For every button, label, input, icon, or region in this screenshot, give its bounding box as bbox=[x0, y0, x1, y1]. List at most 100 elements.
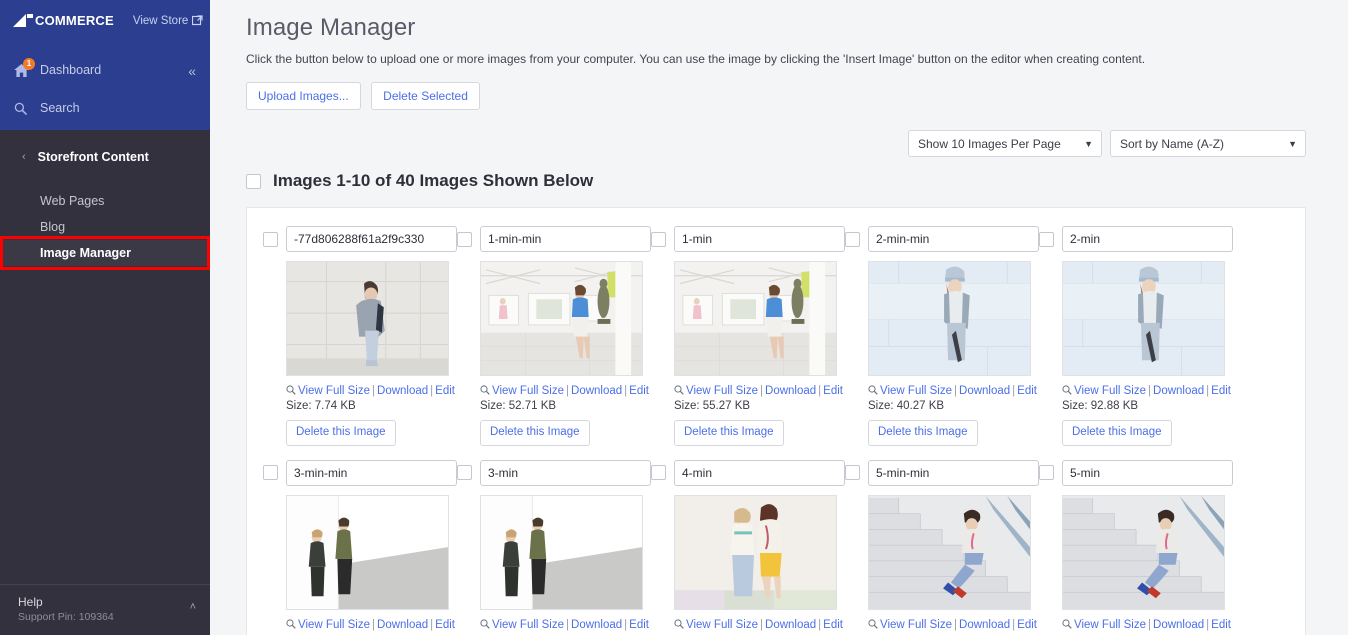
select-all-checkbox[interactable] bbox=[246, 173, 261, 189]
delete-this-image-button[interactable]: Delete this Image bbox=[674, 420, 784, 446]
image-name-input[interactable] bbox=[286, 226, 457, 252]
delete-this-image-button[interactable]: Delete this Image bbox=[480, 420, 590, 446]
chevron-down-icon: ▼ bbox=[1084, 138, 1093, 149]
image-card-header bbox=[263, 459, 457, 486]
edit-link[interactable]: Edit bbox=[823, 385, 843, 397]
image-name-input[interactable] bbox=[868, 459, 1039, 486]
view-full-size-link[interactable]: View Full Size bbox=[298, 619, 370, 631]
help-text-group: Help Support Pin: 109364 bbox=[18, 595, 114, 623]
download-link[interactable]: Download bbox=[765, 385, 816, 397]
view-full-size-link[interactable]: View Full Size bbox=[492, 385, 564, 397]
download-link[interactable]: Download bbox=[1153, 385, 1204, 397]
sidebar-item-blog[interactable]: Blog bbox=[0, 214, 210, 240]
delete-this-image-button[interactable]: Delete this Image bbox=[868, 420, 978, 446]
edit-link[interactable]: Edit bbox=[823, 619, 843, 631]
image-select-checkbox[interactable] bbox=[1039, 465, 1054, 480]
image-name-input[interactable] bbox=[480, 459, 651, 486]
image-select-checkbox[interactable] bbox=[845, 231, 860, 247]
sidebar-item-image-manager[interactable]: Image Manager bbox=[0, 236, 210, 270]
view-full-size-link[interactable]: View Full Size bbox=[1074, 385, 1146, 397]
image-name-input[interactable] bbox=[1062, 459, 1233, 486]
image-name-input[interactable] bbox=[868, 226, 1039, 252]
image-meta: View Full Size | Download | Edit bbox=[674, 619, 843, 631]
search-icon bbox=[14, 102, 36, 115]
help-title: Help bbox=[18, 595, 43, 609]
sidebar-collapse-button[interactable]: « bbox=[188, 64, 196, 78]
edit-link[interactable]: Edit bbox=[1211, 385, 1231, 397]
page-title: Image Manager bbox=[246, 14, 416, 41]
image-thumbnail[interactable] bbox=[1062, 261, 1225, 376]
download-link[interactable]: Download bbox=[1153, 619, 1204, 631]
download-link[interactable]: Download bbox=[571, 385, 622, 397]
sidebar-item-dashboard[interactable]: 1 Dashboard bbox=[0, 55, 210, 85]
image-select-checkbox[interactable] bbox=[263, 231, 278, 247]
image-thumbnail[interactable] bbox=[868, 261, 1031, 376]
view-full-size-link[interactable]: View Full Size bbox=[686, 619, 758, 631]
image-thumbnail[interactable] bbox=[674, 261, 837, 376]
help-section[interactable]: Help Support Pin: 109364 ˄ bbox=[0, 584, 210, 635]
view-full-size-link[interactable]: View Full Size bbox=[880, 619, 952, 631]
delete-selected-button[interactable]: Delete Selected bbox=[371, 82, 480, 110]
magnifier-icon bbox=[480, 385, 490, 395]
view-store-link[interactable]: View Store bbox=[133, 15, 203, 27]
download-link[interactable]: Download bbox=[959, 619, 1010, 631]
download-link[interactable]: Download bbox=[571, 619, 622, 631]
view-full-size-link[interactable]: View Full Size bbox=[298, 385, 370, 397]
image-thumbnail[interactable] bbox=[286, 261, 449, 376]
image-thumbnail[interactable] bbox=[480, 494, 643, 610]
edit-link[interactable]: Edit bbox=[629, 385, 649, 397]
edit-link[interactable]: Edit bbox=[1017, 385, 1037, 397]
edit-link[interactable]: Edit bbox=[435, 385, 455, 397]
edit-link[interactable]: Edit bbox=[435, 619, 455, 631]
image-select-checkbox[interactable] bbox=[651, 231, 666, 247]
edit-link[interactable]: Edit bbox=[629, 619, 649, 631]
download-link[interactable]: Download bbox=[377, 385, 428, 397]
home-icon: 1 bbox=[14, 57, 36, 77]
download-link[interactable]: Download bbox=[765, 619, 816, 631]
download-link[interactable]: Download bbox=[959, 385, 1010, 397]
image-name-input[interactable] bbox=[480, 226, 651, 252]
image-action-links: View Full Size | Download | Edit bbox=[1062, 385, 1231, 397]
image-select-checkbox[interactable] bbox=[845, 465, 860, 480]
image-grid-panel: View Full Size|Download|Edit Size: 7.74 … bbox=[246, 207, 1306, 635]
download-link[interactable]: Download bbox=[377, 619, 428, 631]
image-select-checkbox[interactable] bbox=[1039, 231, 1054, 247]
sort-by-select[interactable]: Sort by Name (A-Z) ▼ bbox=[1110, 130, 1306, 157]
image-select-checkbox[interactable] bbox=[651, 465, 666, 480]
image-meta: View Full Size | Download | Edit Size: 40.27… bbox=[868, 385, 1037, 446]
image-name-input[interactable] bbox=[286, 459, 457, 486]
delete-this-image-button[interactable]: Delete this Image bbox=[1062, 420, 1172, 446]
image-thumbnail[interactable] bbox=[1062, 494, 1225, 610]
view-full-size-link[interactable]: View Full Size bbox=[1074, 619, 1146, 631]
image-thumbnail[interactable] bbox=[674, 494, 837, 610]
bigcommerce-logo[interactable]: COMMERCE bbox=[12, 13, 114, 28]
image-thumbnail[interactable] bbox=[480, 261, 643, 376]
sidebar-item-search[interactable]: Search bbox=[0, 93, 210, 123]
image-name-input[interactable] bbox=[674, 459, 845, 486]
delete-this-image-button[interactable]: Delete this Image bbox=[286, 420, 396, 446]
view-full-size-link[interactable]: View Full Size bbox=[492, 619, 564, 631]
upload-images-button[interactable]: Upload Images... bbox=[246, 82, 361, 110]
sidebar-item-web-pages[interactable]: Web Pages bbox=[0, 188, 210, 214]
images-per-page-select[interactable]: Show 10 Images Per Page ▼ bbox=[908, 130, 1102, 157]
storefront-content-header[interactable]: ‹ Storefront Content bbox=[0, 144, 210, 170]
edit-link[interactable]: Edit bbox=[1211, 619, 1231, 631]
magnifier-icon bbox=[868, 385, 878, 395]
image-name-input[interactable] bbox=[1062, 226, 1233, 252]
image-thumbnail[interactable] bbox=[868, 494, 1031, 610]
image-name-input[interactable] bbox=[674, 226, 845, 252]
edit-link[interactable]: Edit bbox=[1017, 619, 1037, 631]
image-select-checkbox[interactable] bbox=[263, 465, 278, 480]
link-separator: | bbox=[1206, 385, 1210, 397]
image-action-links: View Full Size | Download | Edit bbox=[1062, 619, 1231, 631]
view-full-size-link[interactable]: View Full Size bbox=[880, 385, 952, 397]
link-separator: | bbox=[372, 618, 376, 631]
image-select-checkbox[interactable] bbox=[457, 231, 472, 247]
image-card: View Full Size|Download|Edit bbox=[457, 459, 651, 631]
view-full-size-link[interactable]: View Full Size bbox=[686, 385, 758, 397]
image-thumbnail[interactable] bbox=[286, 494, 449, 610]
image-select-checkbox[interactable] bbox=[457, 465, 472, 480]
chevron-up-icon[interactable]: ˄ bbox=[190, 601, 196, 613]
action-buttons: Upload Images... Delete Selected bbox=[246, 82, 1306, 110]
image-action-links: View Full Size | Download | Edit bbox=[480, 385, 649, 397]
